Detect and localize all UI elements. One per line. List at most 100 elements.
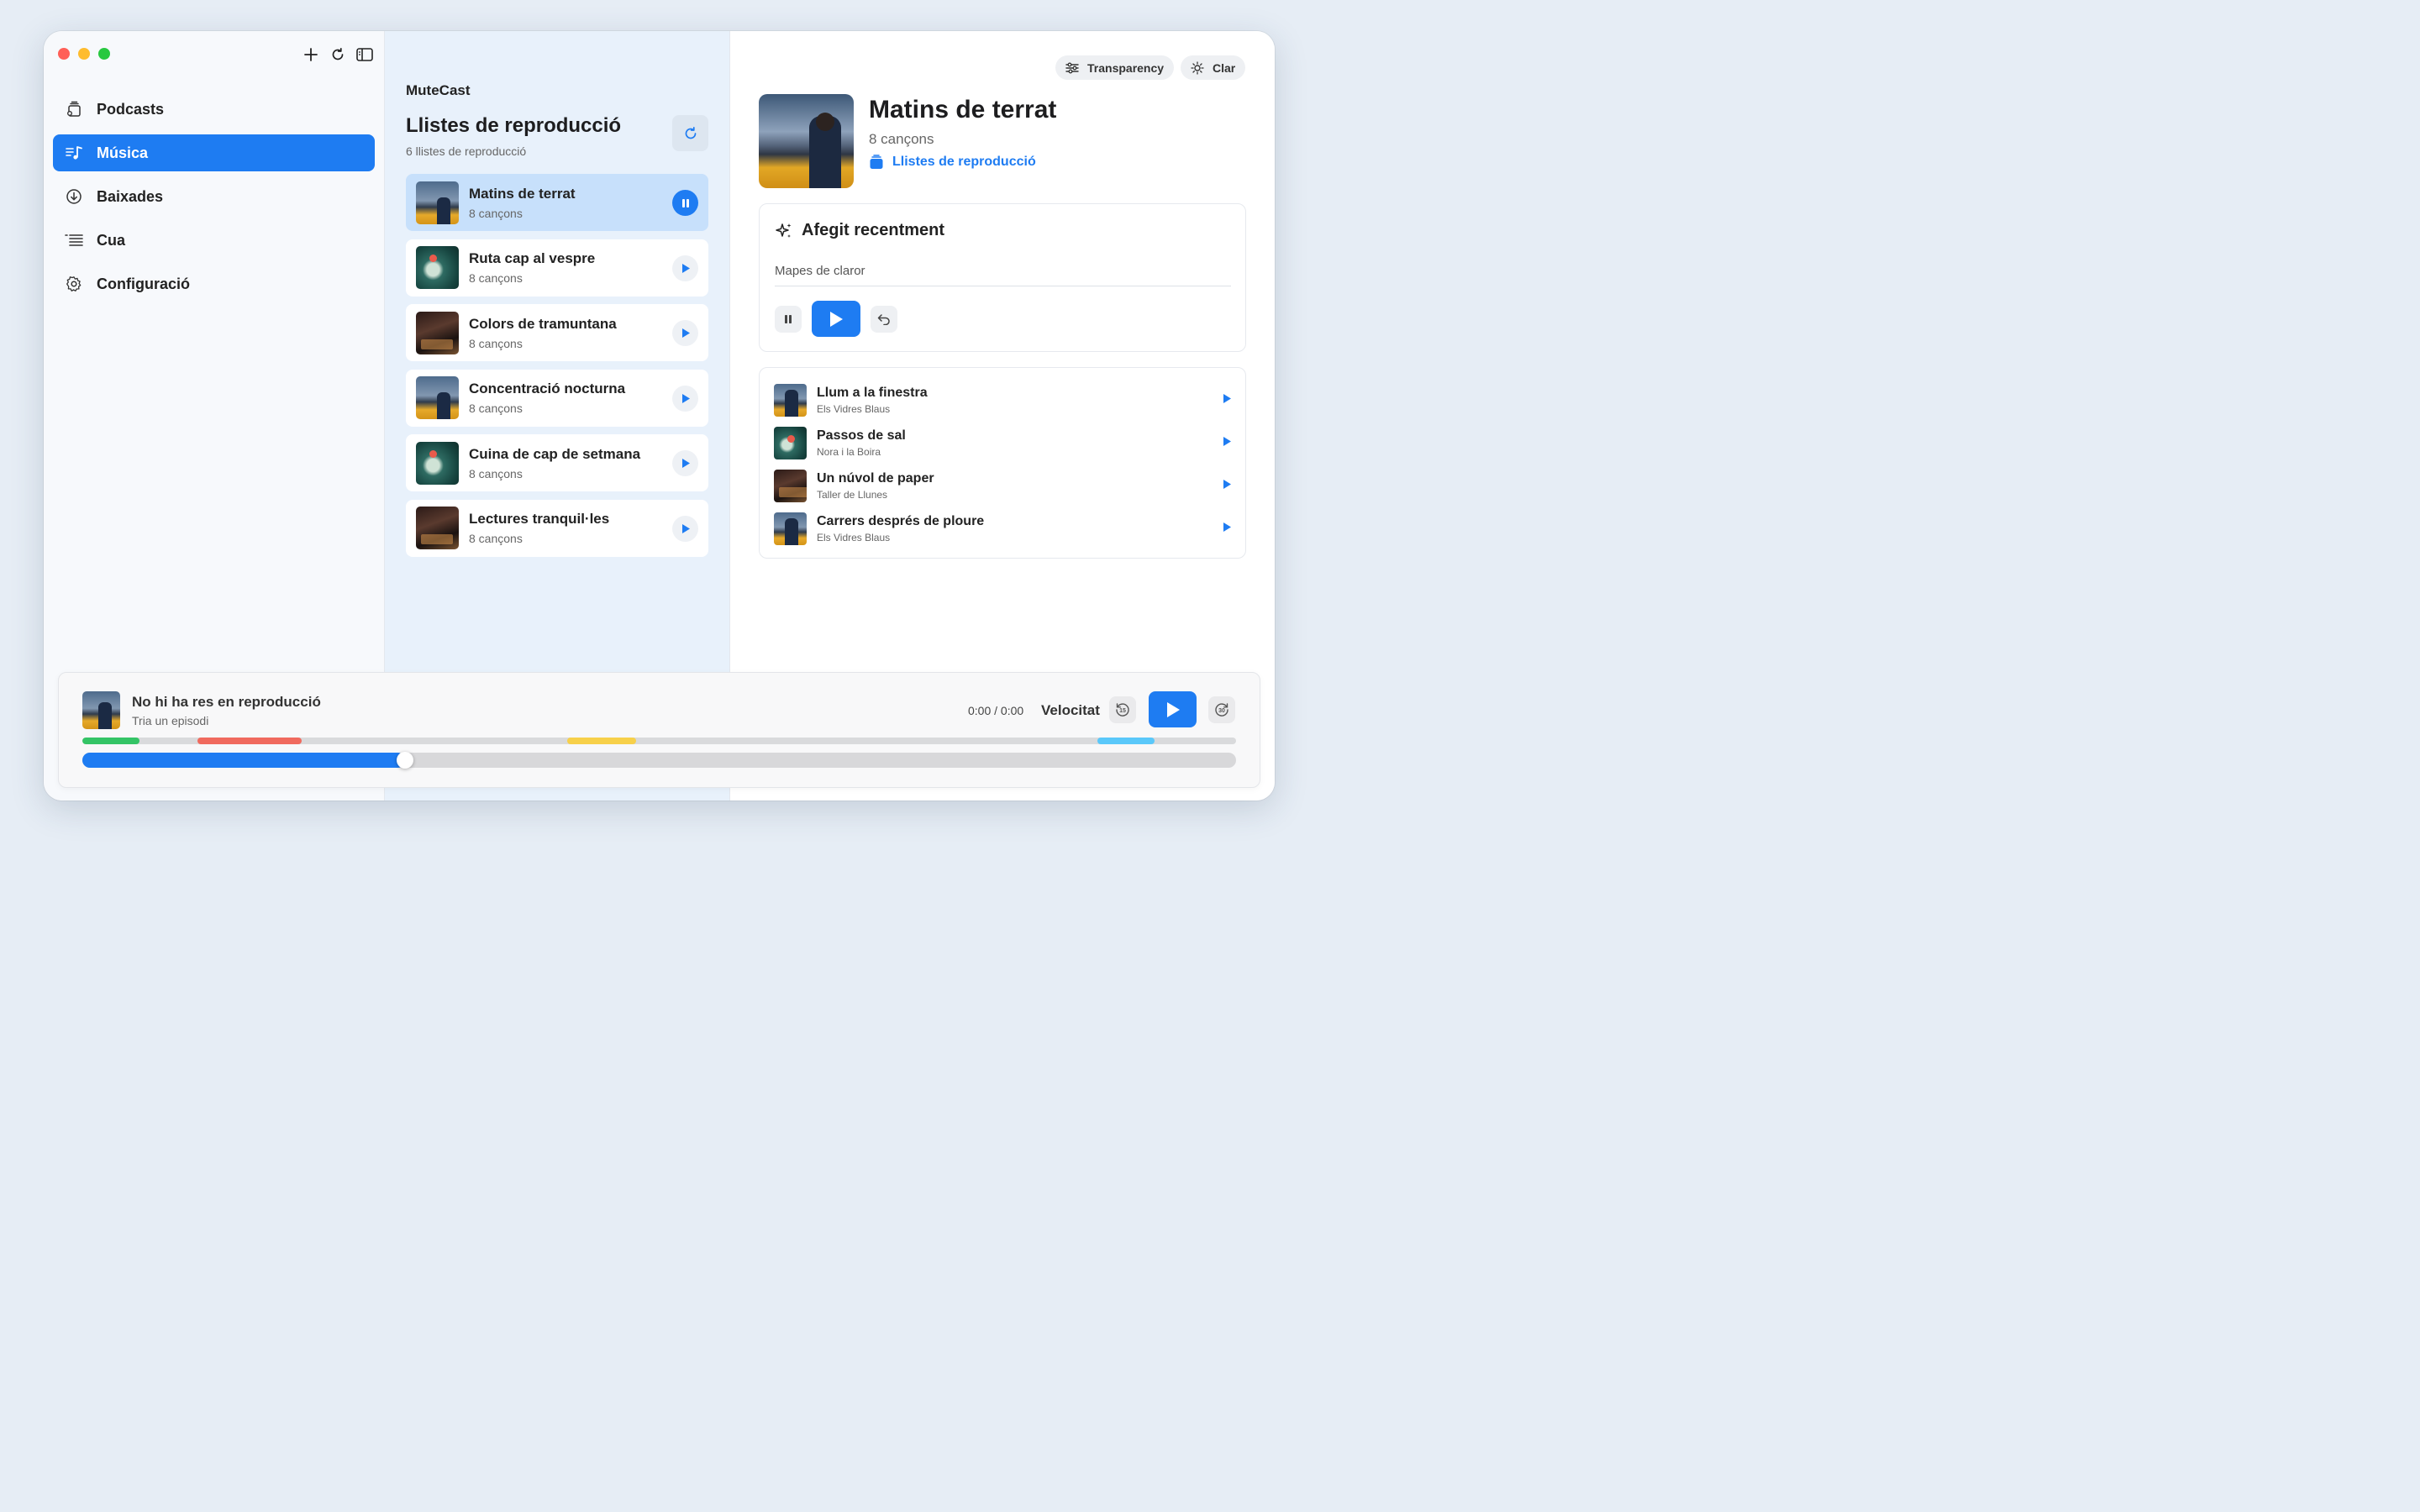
sidebar-item-label: Podcasts xyxy=(97,100,165,118)
undo-button[interactable] xyxy=(871,305,897,333)
track-name: Carrers després de ploure xyxy=(817,514,985,528)
skip-forward-button[interactable]: 30 xyxy=(1208,696,1235,723)
progress-fill xyxy=(82,753,406,768)
download-icon xyxy=(65,187,83,206)
chapter-segment xyxy=(82,738,139,744)
chapter-bar xyxy=(82,738,1236,744)
app-window: Podcasts Música Baixades Cua Configuraci… xyxy=(44,31,1275,801)
playlist-item[interactable]: Matins de terrat 8 cançons xyxy=(406,174,708,231)
pause-button[interactable] xyxy=(775,305,802,333)
reload-icon xyxy=(332,47,344,60)
recent-title-field[interactable] xyxy=(775,256,1231,286)
play-button[interactable] xyxy=(672,385,698,412)
skip-forward-label: 30 xyxy=(1218,708,1225,714)
play-icon[interactable] xyxy=(1223,393,1232,404)
app-name: MuteCast xyxy=(406,82,471,98)
minimize-window-button[interactable] xyxy=(78,48,90,60)
reload-button[interactable] xyxy=(328,45,348,65)
music-icon xyxy=(65,144,83,162)
playlist-item[interactable]: Cuina de cap de setmana 8 cançons xyxy=(406,434,708,491)
undo-icon xyxy=(877,313,890,325)
stack-icon xyxy=(869,155,884,170)
sidebar-item-baixades[interactable]: Baixades xyxy=(53,178,375,215)
track-row[interactable]: Llum a la finestra Els Vidres Blaus xyxy=(760,379,1245,422)
play-icon xyxy=(681,459,690,468)
sidebar-item-label: Baixades xyxy=(97,187,164,205)
player-bar: No hi ha res en reproducció Tria un epis… xyxy=(58,672,1260,788)
play-icon xyxy=(681,523,690,533)
play-icon[interactable] xyxy=(1223,522,1232,533)
page-title: Llistes de reproducció xyxy=(406,114,622,137)
play-button[interactable] xyxy=(672,450,698,476)
playlists-link[interactable]: Llistes de reproducció xyxy=(869,155,1036,170)
sidebar-item-configuracio[interactable]: Configuració xyxy=(53,265,375,302)
playlist-song-count: 8 cançons xyxy=(469,402,523,415)
sidebar-item-musica[interactable]: Música xyxy=(53,134,375,171)
progress-knob[interactable] xyxy=(397,752,414,769)
transparency-button[interactable]: Transparency xyxy=(1055,55,1175,80)
playlist-song-count: 8 cançons xyxy=(469,466,523,480)
theme-label: Clar xyxy=(1213,60,1236,75)
sidebar-item-podcasts[interactable]: Podcasts xyxy=(53,91,375,128)
track-row[interactable]: Passos de sal Nora i la Boira xyxy=(760,422,1245,465)
recently-added-card: Afegit recentment xyxy=(759,203,1246,352)
playlist-artwork xyxy=(416,181,459,224)
sun-icon xyxy=(1191,60,1204,75)
playlist-song-count: 8 cançons xyxy=(869,131,934,147)
sidebar-item-label: Configuració xyxy=(97,275,190,292)
refresh-button[interactable] xyxy=(672,115,708,151)
play-button[interactable] xyxy=(672,320,698,346)
zoom-window-button[interactable] xyxy=(98,48,110,60)
pause-icon xyxy=(785,314,792,323)
playlist-count: 6 llistes de reproducció xyxy=(406,144,527,158)
play-button[interactable] xyxy=(672,255,698,281)
playlist-name: Colors de tramuntana xyxy=(469,315,617,332)
playlist-song-count: 8 cançons xyxy=(469,336,523,350)
progress-slider[interactable] xyxy=(82,752,1236,769)
playlist-name: Matins de terrat xyxy=(469,185,576,202)
track-row[interactable]: Un núvol de paper Taller de Llunes xyxy=(760,465,1245,507)
skip-back-button[interactable]: 15 xyxy=(1109,696,1136,723)
play-button[interactable] xyxy=(672,515,698,542)
playlist-item[interactable]: Lectures tranquil·les 8 cançons xyxy=(406,499,708,557)
sidebar-item-cua[interactable]: Cua xyxy=(53,222,375,259)
playlists-link-label: Llistes de reproducció xyxy=(892,155,1036,169)
now-playing-artwork xyxy=(82,691,120,729)
track-name: Passos de sal xyxy=(817,428,906,443)
play-icon[interactable] xyxy=(1223,436,1232,447)
toggle-sidebar-button[interactable] xyxy=(355,45,375,65)
chapter-segment xyxy=(197,738,302,744)
window-controls xyxy=(58,48,110,60)
play-icon[interactable] xyxy=(1223,479,1232,490)
add-button[interactable] xyxy=(301,45,321,65)
pause-button[interactable] xyxy=(672,190,698,216)
close-window-button[interactable] xyxy=(58,48,70,60)
now-playing-title: No hi ha res en reproducció xyxy=(132,694,321,710)
playlist-item[interactable]: Colors de tramuntana 8 cançons xyxy=(406,304,708,361)
track-artist: Els Vidres Blaus xyxy=(817,532,891,543)
sidebar-icon xyxy=(356,48,373,61)
playlist-item[interactable]: Concentració nocturna 8 cançons xyxy=(406,369,708,427)
play-button[interactable] xyxy=(1149,691,1197,727)
play-icon xyxy=(681,328,690,338)
chapter-segment xyxy=(1097,738,1155,744)
playlist-artwork xyxy=(416,246,459,289)
playlist-artwork xyxy=(416,376,459,419)
play-button[interactable] xyxy=(812,301,860,337)
playlist-item[interactable]: Ruta cap al vespre 8 cançons xyxy=(406,239,708,297)
track-row[interactable]: Carrers després de ploure Els Vidres Bla… xyxy=(760,507,1245,550)
skip-back-label: 15 xyxy=(1119,708,1126,714)
playlist-name: Cuina de cap de setmana xyxy=(469,445,641,462)
playlist-cover xyxy=(759,94,854,188)
speed-button[interactable]: Velocitat xyxy=(1041,702,1100,719)
skip-back-15-icon: 15 xyxy=(1116,703,1129,717)
now-playing-subtitle: Tria un episodi xyxy=(132,714,209,727)
playlist-song-count: 8 cançons xyxy=(469,271,523,285)
theme-button[interactable]: Clar xyxy=(1181,55,1246,80)
track-artwork xyxy=(774,470,807,502)
play-icon xyxy=(830,311,843,327)
playback-time: 0:00 / 0:00 xyxy=(968,704,1024,717)
sidebar-item-label: Música xyxy=(97,144,149,161)
track-artwork xyxy=(774,384,807,417)
track-artist: Els Vidres Blaus xyxy=(817,403,891,415)
